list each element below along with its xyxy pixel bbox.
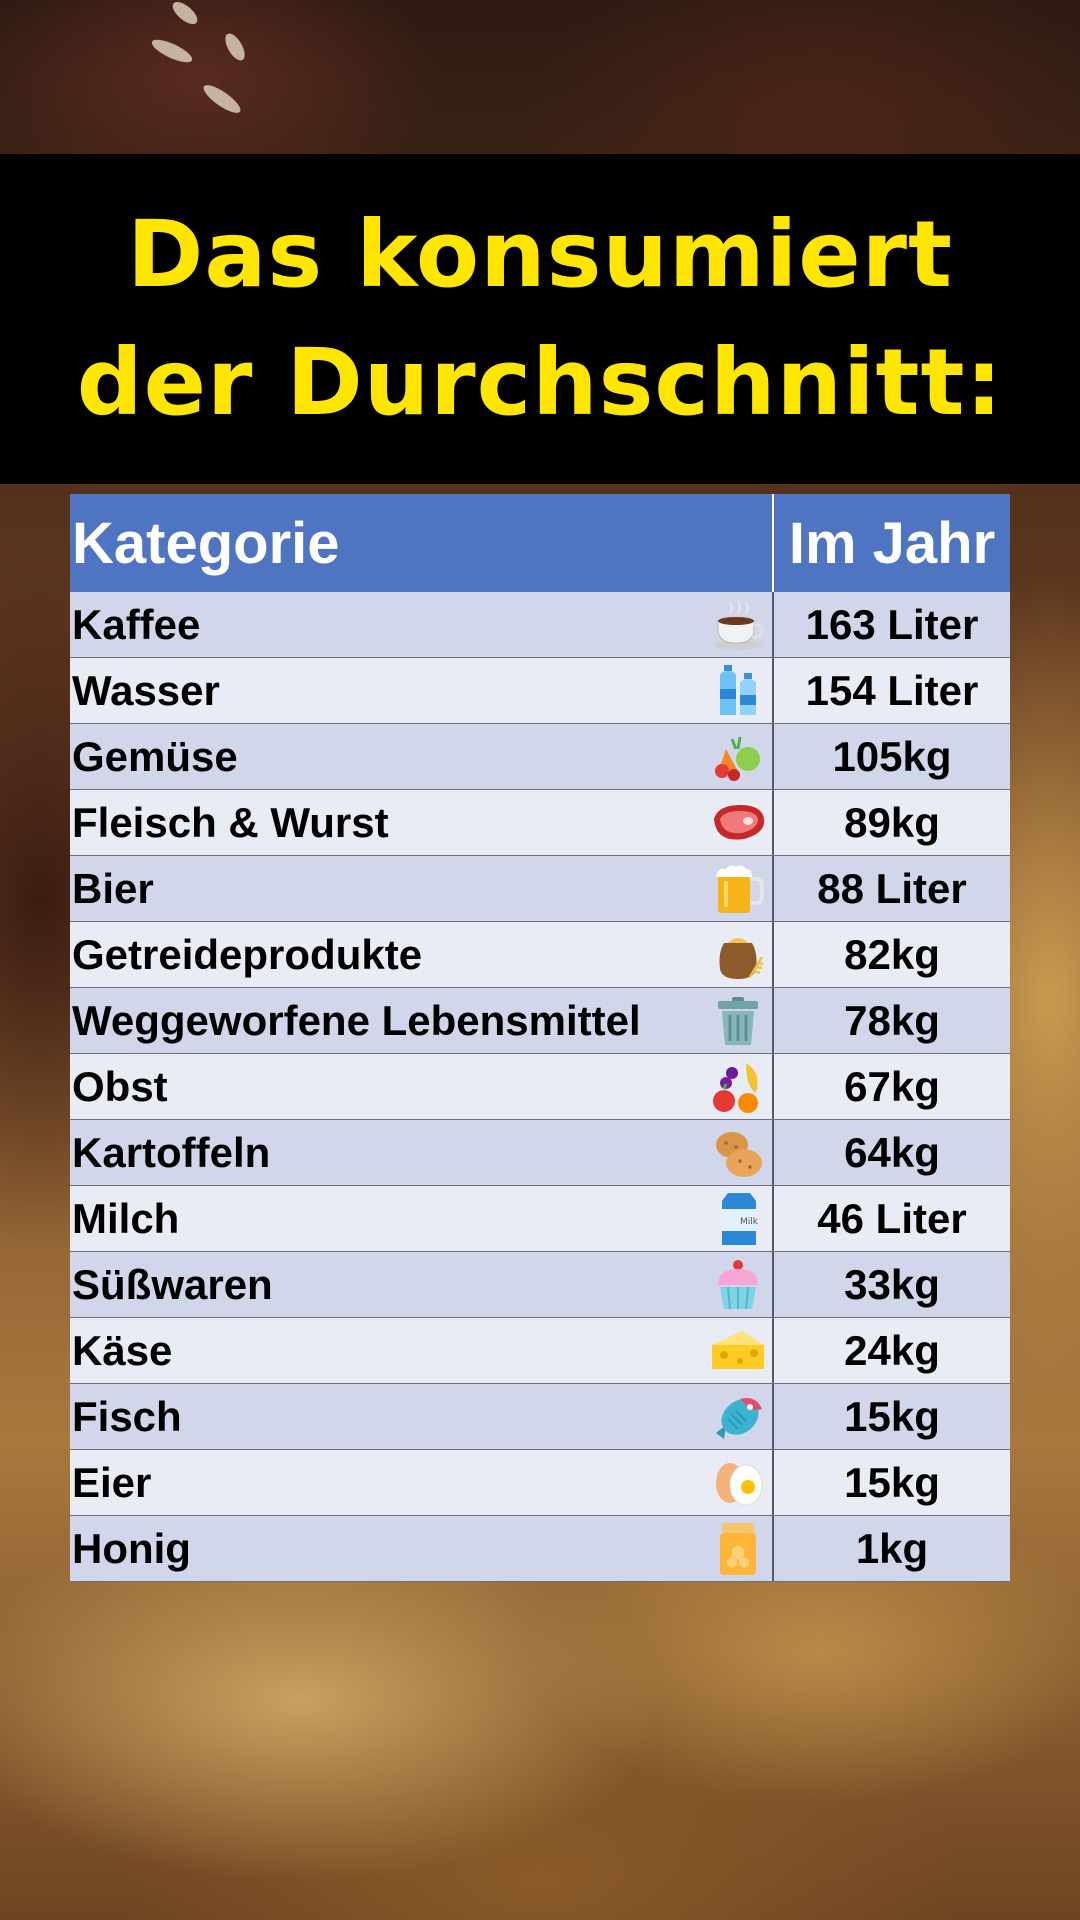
table-row: Kartoffeln 64kg (70, 1120, 1010, 1186)
category-cell: Honig (70, 1516, 774, 1581)
category-label: Getreideprodukte (72, 930, 423, 978)
table-row: Fisch 15kg (70, 1384, 1010, 1450)
category-cell: Kartoffeln (70, 1120, 774, 1185)
value-cell: 15kg (844, 1458, 940, 1506)
category-cell: Gemüse (70, 724, 774, 789)
category-cell: Milch Milk (70, 1186, 774, 1251)
coffee-cup-icon (714, 599, 764, 650)
trash-can-icon (718, 996, 758, 1045)
value-cell: 154 Liter (805, 666, 979, 714)
honey-jar-icon (720, 1522, 756, 1575)
water-bottles-icon (720, 664, 756, 715)
table-row: Getreideprodukte 82kg (70, 922, 1010, 988)
table-row: Fleisch & Wurst 89kg (70, 790, 1010, 856)
table-row: Wasser 154 Liter (70, 658, 1010, 724)
table-row: Süßwaren 33kg (70, 1252, 1010, 1318)
category-label: Fisch (72, 1392, 182, 1440)
table-row: Bier 88 Liter (70, 856, 1010, 922)
category-label: Eier (72, 1458, 152, 1506)
category-cell: Süßwaren (70, 1252, 774, 1317)
category-cell: Kaffee (70, 592, 774, 657)
category-label: Weggeworfene Lebensmittel (72, 996, 641, 1044)
table-header: Kategorie Im Jahr (70, 494, 1010, 592)
table-row: Eier 15kg (70, 1450, 1010, 1516)
sesame-seed (149, 35, 195, 67)
sesame-seed (221, 30, 249, 64)
category-label: Honig (72, 1524, 191, 1572)
title-banner: Das konsumiert der Durchschnitt: (0, 154, 1080, 484)
table-row: Käse 24kg (70, 1318, 1010, 1384)
value-cell: 82kg (844, 930, 940, 978)
title-line-1: Das konsumiert (126, 201, 954, 308)
category-cell: Obst (70, 1054, 774, 1119)
value-cell: 24kg (844, 1326, 940, 1374)
title-line-2: der Durchschnitt: (76, 329, 1004, 436)
category-cell: Bier (70, 856, 774, 921)
category-label: Käse (72, 1326, 173, 1374)
value-cell: 78kg (844, 996, 940, 1044)
category-cell: Fleisch & Wurst (70, 790, 774, 855)
category-cell: Käse (70, 1318, 774, 1383)
sesame-seed (169, 0, 201, 29)
value-cell: 15kg (844, 1392, 940, 1440)
header-im-jahr: Im Jahr (788, 510, 996, 576)
consumption-table: Kategorie Im Jahr Kaffee 163 Liter Wasse… (70, 494, 1010, 1582)
category-label: Kaffee (72, 600, 201, 648)
category-cell: Eier (70, 1450, 774, 1515)
fruit-icon (713, 1062, 758, 1113)
steak-icon (714, 804, 765, 840)
table-row: Milch Milk 46 Liter (70, 1186, 1010, 1252)
table-row: Gemüse 105kg (70, 724, 1010, 790)
category-cell: Getreideprodukte (70, 922, 774, 987)
vegetables-icon (715, 736, 760, 781)
category-label: Obst (72, 1062, 168, 1110)
category-label: Fleisch & Wurst (72, 798, 389, 846)
value-cell: 1kg (855, 1524, 929, 1572)
cheese-icon (712, 1330, 764, 1369)
category-label: Bier (72, 864, 154, 912)
category-label: Wasser (72, 666, 220, 714)
cupcake-icon (718, 1259, 758, 1309)
grain-sack-icon (719, 937, 764, 979)
value-cell: 89kg (844, 798, 940, 846)
category-label: Süßwaren (72, 1260, 273, 1308)
table-row: Weggeworfene Lebensmittel 78kg (70, 988, 1010, 1054)
category-label: Kartoffeln (72, 1128, 271, 1176)
milk-carton-icon: Milk (722, 1192, 759, 1245)
category-label: Milch (72, 1194, 180, 1242)
value-cell: 64kg (844, 1128, 940, 1176)
fish-icon (716, 1397, 762, 1439)
value-cell: 33kg (844, 1260, 940, 1308)
value-cell: 46 Liter (817, 1194, 967, 1242)
table-row: Kaffee 163 Liter (70, 592, 1010, 658)
potatoes-icon (716, 1131, 762, 1177)
table-row: Obst 67kg (70, 1054, 1010, 1120)
category-cell: Weggeworfene Lebensmittel (70, 988, 774, 1053)
beer-mug-icon (716, 864, 764, 913)
table-row: Honig 1kg (70, 1516, 1010, 1582)
category-cell: Fisch (70, 1384, 774, 1449)
value-cell: 105kg (832, 732, 952, 780)
value-cell: 88 Liter (817, 864, 967, 912)
egg-icon (716, 1462, 763, 1505)
category-label: Gemüse (72, 732, 238, 780)
category-cell: Wasser (70, 658, 774, 723)
header-kategorie: Kategorie (70, 494, 774, 592)
milk-icon-label: Milk (740, 1217, 759, 1227)
sesame-seed (199, 80, 245, 118)
value-cell: 67kg (844, 1062, 940, 1110)
value-cell: 163 Liter (805, 600, 979, 648)
